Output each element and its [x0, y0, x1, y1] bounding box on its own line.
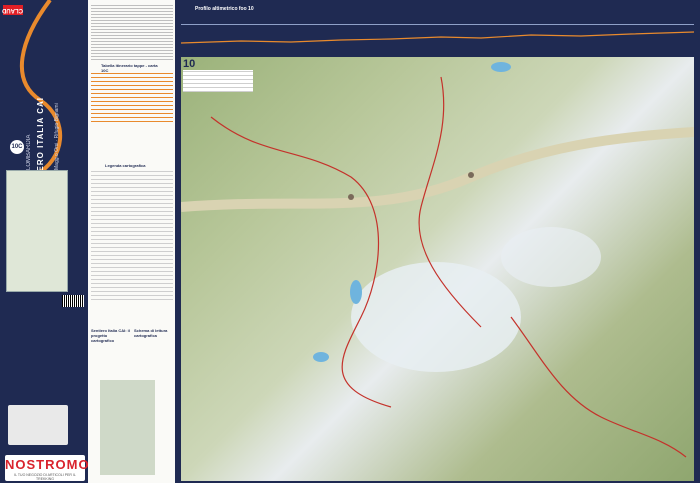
map-features — [181, 62, 694, 458]
trail[interactable] — [210, 116, 392, 408]
cover-subtitle: Magg.o Orsi · Rifugio Bignami — [54, 103, 60, 170]
intro-text-block — [91, 5, 173, 60]
glacier — [351, 262, 521, 372]
scheme-map-thumbnail — [100, 380, 155, 475]
trail[interactable] — [510, 316, 687, 458]
cover-overview-map — [6, 170, 68, 292]
glacier — [501, 227, 601, 287]
barcode — [62, 295, 84, 307]
project-title: Sentiero Italia CAI: il progetto cartogr… — [91, 328, 130, 343]
publisher-brand: NOSTROMO — [5, 457, 90, 472]
lake — [491, 62, 511, 72]
legend-title: Legenda cartografica — [105, 163, 146, 168]
elevation-profile — [181, 24, 694, 44]
reading-scheme-title: Schema di lettura cartografica — [134, 328, 168, 338]
sheet-badge: 10C — [10, 140, 24, 154]
legend-block — [91, 170, 173, 300]
brand-logo: CLAUD — [2, 5, 23, 15]
sheet-legend-box — [183, 70, 253, 92]
lake — [350, 280, 362, 304]
elevation-profile-title: Profilo altimetrico foo 10 — [195, 6, 254, 12]
town-icon — [468, 172, 474, 178]
publisher-tagline: IL TUO NEGOZIO DI ARTICOLI PER IL TREKKI… — [14, 473, 76, 481]
cover-region: LOMBARDIA — [26, 134, 32, 170]
topographic-map[interactable] — [181, 57, 694, 481]
sheet-number: 10 — [183, 58, 196, 70]
italy-locator-map — [8, 405, 68, 445]
itinerary-table — [91, 72, 173, 122]
town-icon — [348, 194, 354, 200]
lake — [313, 352, 329, 362]
